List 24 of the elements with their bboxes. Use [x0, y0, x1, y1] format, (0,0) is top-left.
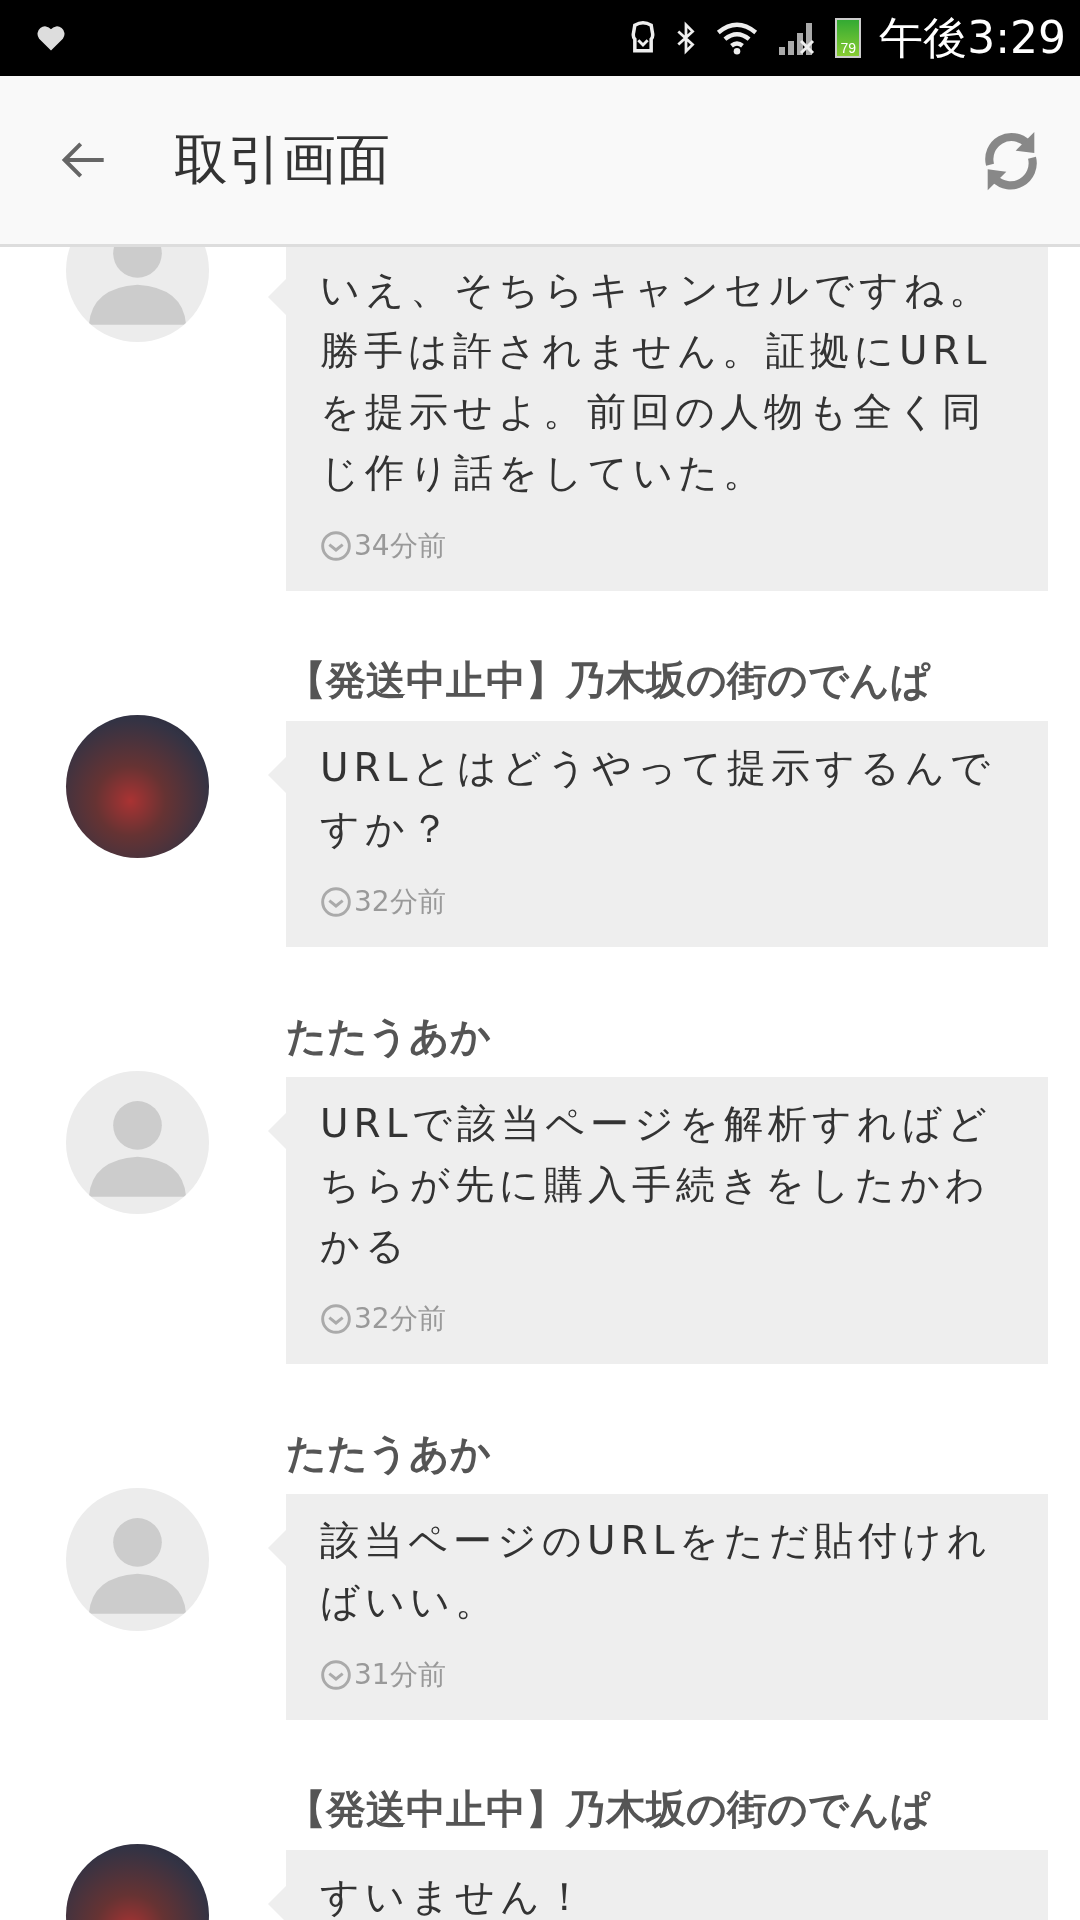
sender-name: たたうあか	[286, 1429, 492, 1478]
clock-icon	[320, 886, 352, 918]
clock-icon	[320, 1659, 352, 1691]
message-text: すいません！	[320, 1873, 590, 1920]
timestamp: 32分前	[354, 884, 446, 920]
sender-name: たたうあか	[286, 1012, 492, 1061]
clock-text: 午後3:29	[879, 10, 1066, 65]
timestamp: 34分前	[354, 528, 446, 564]
timestamp: 31分前	[354, 1657, 446, 1693]
bluetooth-icon	[675, 21, 698, 55]
message-text: 該当ページのURLをただ貼付ければいい。	[320, 1517, 994, 1626]
message-text: URLで該当ページを解析すればどちらが先に購入手続きをしたかわかる	[320, 1100, 994, 1270]
back-icon[interactable]	[60, 141, 106, 179]
heart-icon	[36, 24, 66, 52]
wifi-icon	[715, 21, 760, 55]
battery-icon: 79	[835, 18, 862, 58]
screen-title: 取引画面	[174, 126, 391, 193]
message-text: URLとはどうやって提示するんですか？	[320, 744, 997, 853]
sender-name: 【発送中止中】乃木坂の街のでんぱ	[286, 656, 932, 705]
clock-icon	[320, 530, 352, 562]
message-text: いえ、そちらキャンセルですね。勝手は許されません。証拠にURLを提示せよ。前回の人物も全く同じ作り話をしていた。	[320, 266, 994, 497]
clock-icon	[320, 1303, 352, 1335]
timestamp: 32分前	[354, 1301, 446, 1337]
sender-name: 【発送中止中】乃木坂の街のでんぱ	[286, 1785, 932, 1834]
